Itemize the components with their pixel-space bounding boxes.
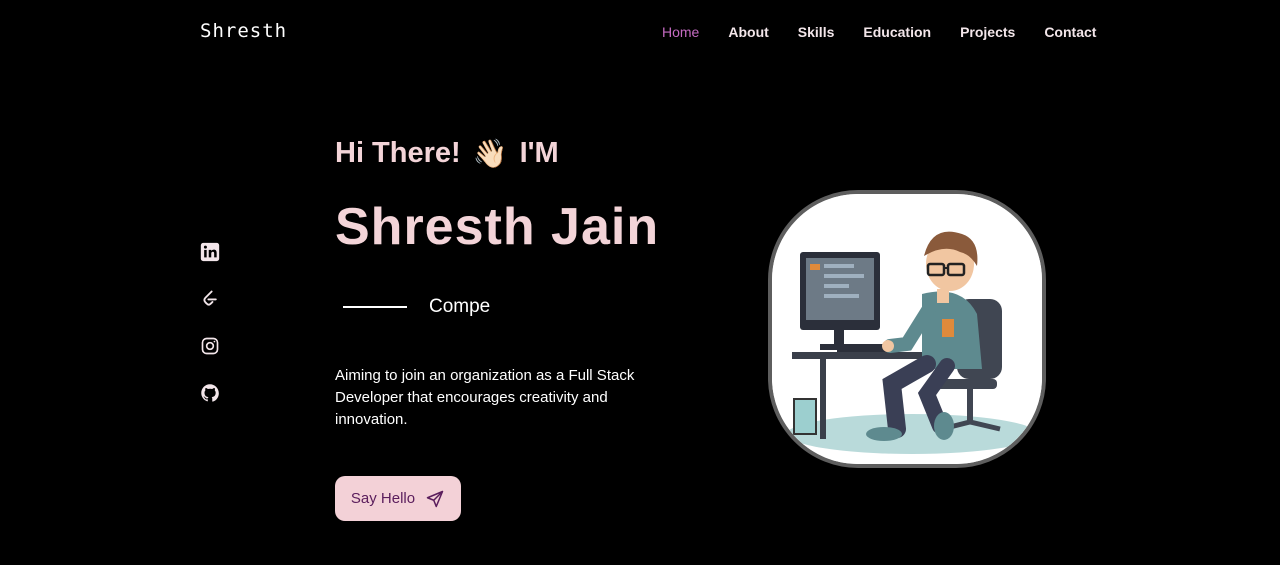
- nav-skills[interactable]: Skills: [798, 24, 835, 40]
- say-hello-label: Say Hello: [350, 490, 416, 507]
- github-icon[interactable]: [200, 383, 220, 403]
- linkedin-icon[interactable]: [200, 242, 220, 262]
- social-links: [200, 242, 222, 430]
- wave-emoji-icon: 👋🏻: [472, 138, 508, 169]
- hero-description: Aiming to join an organization as a Full…: [335, 367, 635, 428]
- greeting-text: Hi There!: [335, 137, 461, 169]
- say-hello-button[interactable]: Say Hello: [335, 476, 461, 521]
- nav-projects[interactable]: Projects: [960, 24, 1015, 40]
- greeting-suffix: I'M: [519, 137, 559, 169]
- developer-illustration: [768, 190, 1046, 468]
- nav-home[interactable]: Home: [662, 24, 699, 40]
- site-logo[interactable]: Shresth: [200, 20, 287, 42]
- typed-role: Compe: [343, 296, 490, 318]
- nav-contact[interactable]: Contact: [1044, 24, 1096, 40]
- leetcode-icon[interactable]: [200, 289, 220, 309]
- nav-about[interactable]: About: [728, 24, 768, 40]
- typed-role-text: Compe: [429, 296, 491, 317]
- nav-education[interactable]: Education: [863, 24, 931, 40]
- hero-name: Shresth Jain: [335, 198, 660, 256]
- send-icon: [426, 490, 444, 507]
- instagram-icon[interactable]: [200, 336, 220, 356]
- typed-divider: [343, 306, 407, 308]
- greeting: Hi There! 👋🏻 I'M: [335, 137, 559, 170]
- main-nav: Home About Skills Education Projects Con…: [662, 24, 1096, 40]
- developer-at-desk-image: [772, 194, 1042, 464]
